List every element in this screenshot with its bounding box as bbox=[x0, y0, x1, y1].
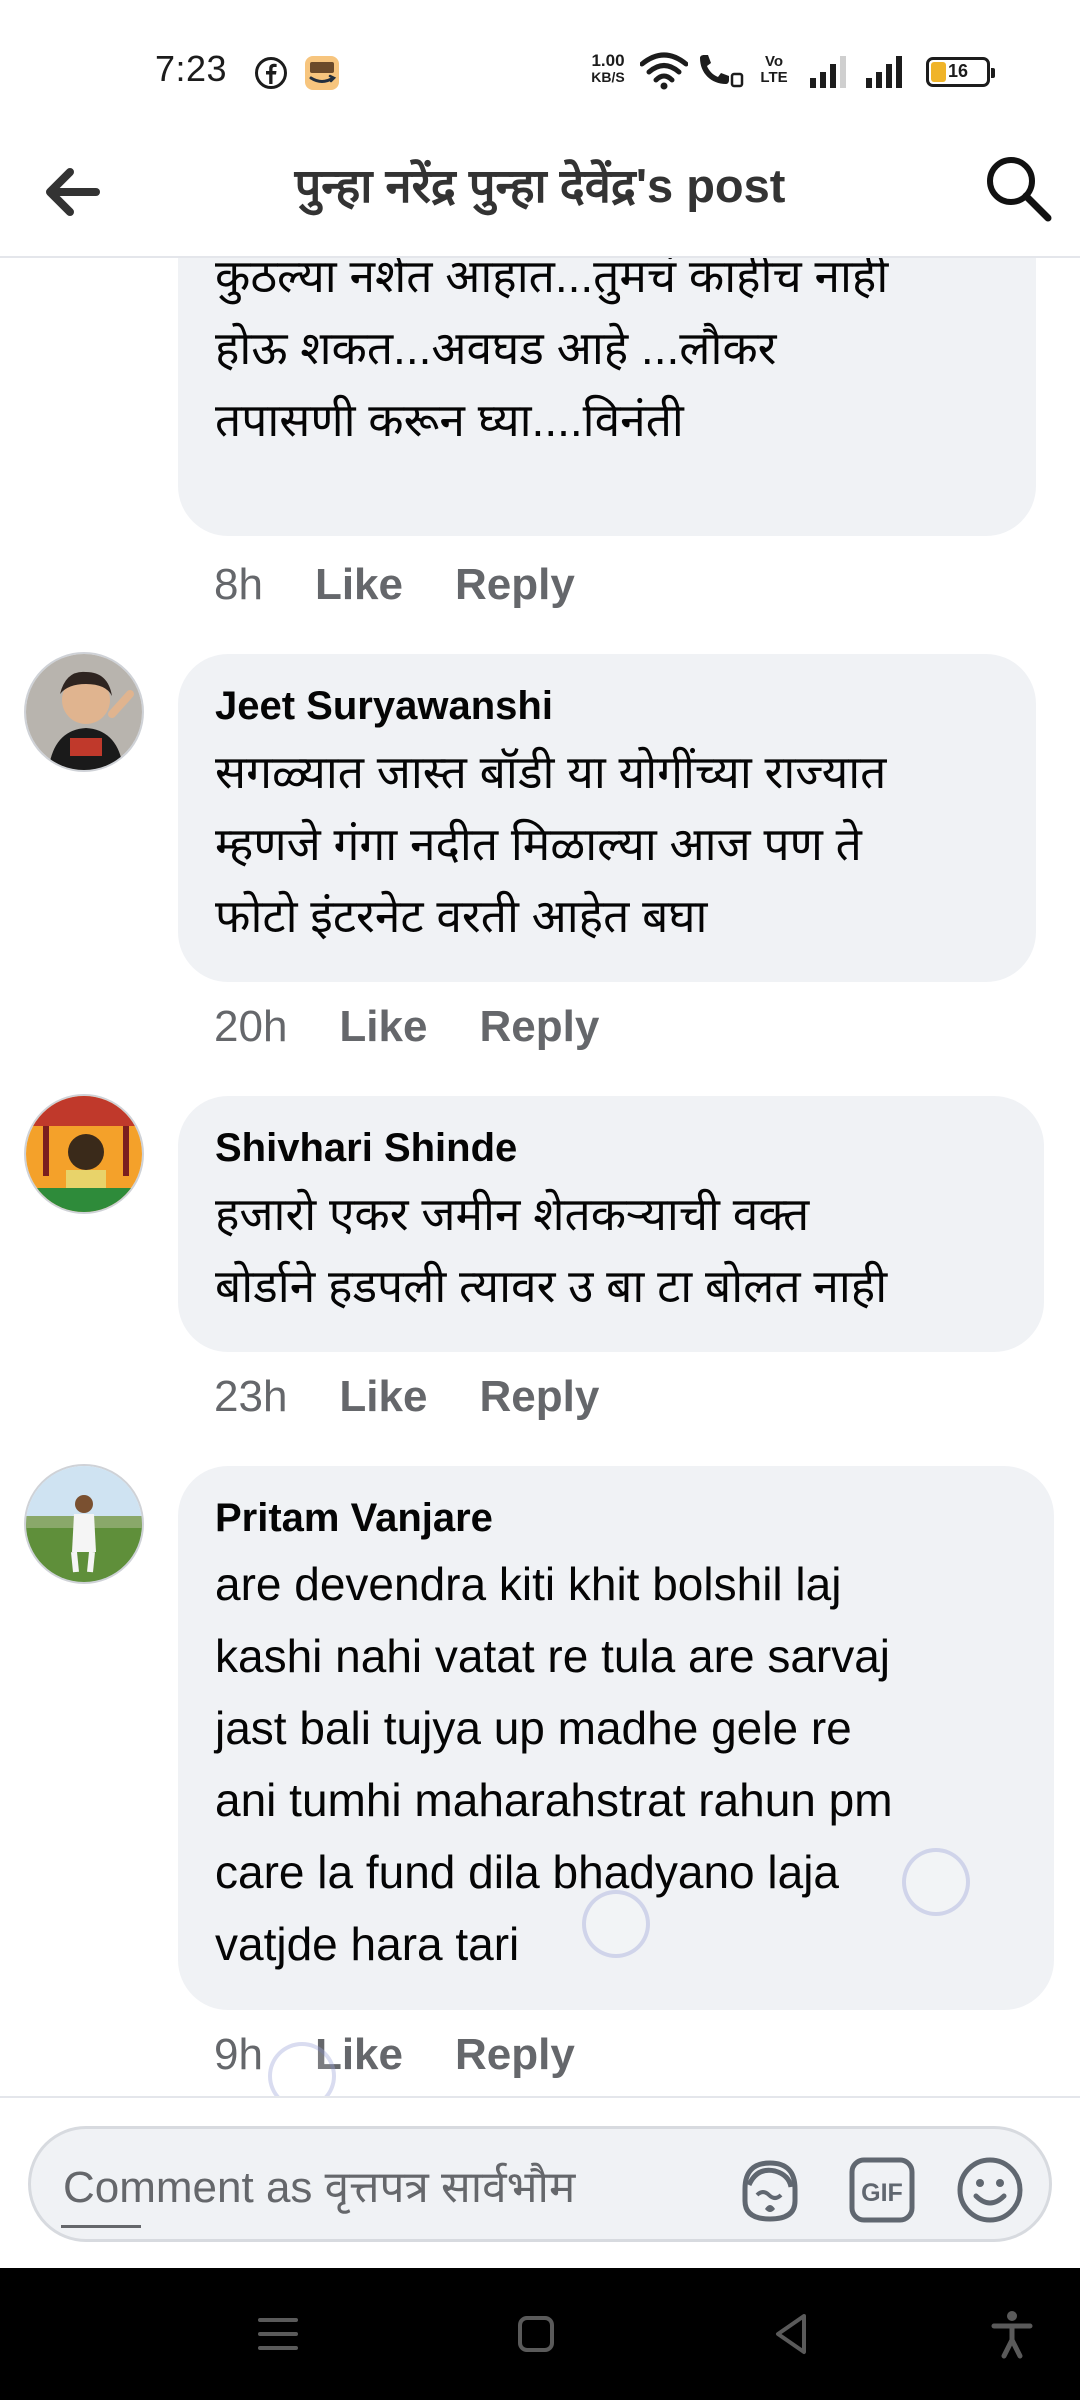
touch-indicator bbox=[902, 1848, 970, 1916]
reply-button[interactable]: Reply bbox=[455, 560, 575, 610]
like-button[interactable]: Like bbox=[315, 560, 403, 610]
comment-author[interactable]: Shivhari Shinde bbox=[215, 1124, 1008, 1172]
network-speed: 1.00 KB/S bbox=[578, 52, 638, 86]
wifi-icon bbox=[640, 52, 688, 90]
avatar-image bbox=[26, 654, 142, 770]
gif-icon[interactable]: GIF bbox=[847, 2155, 917, 2225]
status-bar: 7:23 1.00 KB/S Vo LTE 16 bbox=[0, 0, 1080, 130]
comment-actions: 20h Like Reply bbox=[214, 1002, 651, 1052]
avatar[interactable] bbox=[24, 1094, 144, 1214]
comment-text: खरच कुठल्या क्वालिटी चा माल मारता ... कु… bbox=[215, 258, 889, 446]
reply-button[interactable]: Reply bbox=[479, 1372, 599, 1422]
comment-bubble[interactable]: Shivhari Shinde हजारो एकर जमीन शेतकऱ्याच… bbox=[178, 1096, 1044, 1352]
search-icon[interactable] bbox=[980, 150, 1056, 226]
comment-actions: 23h Like Reply bbox=[214, 1372, 651, 1422]
amazon-app-icon bbox=[305, 56, 339, 90]
reply-button[interactable]: Reply bbox=[479, 1002, 599, 1052]
comment-text: सगळ्यात जास्त बॉडी या योगींच्या राज्यात … bbox=[215, 746, 887, 942]
facebook-notification-icon bbox=[255, 57, 287, 89]
comment-bubble[interactable]: खरच कुठल्या क्वालिटी चा माल मारता ... कु… bbox=[178, 258, 1036, 536]
comment-author[interactable]: Pritam Vanjare bbox=[215, 1494, 1018, 1542]
signal-sim2-icon bbox=[866, 56, 902, 88]
home-icon[interactable] bbox=[510, 2308, 562, 2360]
comment-actions: 8h Like Reply bbox=[214, 560, 627, 610]
comment-composer-bar: Comment as वृत्तपत्र सार्वभौम GIF bbox=[0, 2096, 1080, 2268]
comments-list: खरच कुठल्या क्वालिटी चा माल मारता ... कु… bbox=[0, 258, 1080, 2096]
gif-label: GIF bbox=[861, 2179, 903, 2207]
post-header: पुन्हा नरेंद्र पुन्हा देवेंद्र's post bbox=[0, 130, 1080, 258]
comment-author[interactable]: Jeet Suryawanshi bbox=[215, 682, 1000, 730]
avatar-image bbox=[26, 1466, 142, 1582]
touch-indicator bbox=[582, 1890, 650, 1958]
comment-timestamp: 20h bbox=[214, 1002, 288, 1051]
comment-input[interactable]: Comment as वृत्तपत्र सार्वभौम GIF bbox=[28, 2126, 1052, 2242]
comment-timestamp: 8h bbox=[214, 560, 263, 609]
accessibility-icon[interactable] bbox=[986, 2308, 1038, 2360]
battery-level: 16 bbox=[947, 61, 969, 81]
comment-timestamp: 23h bbox=[214, 1372, 288, 1421]
network-speed-unit: KB/S bbox=[591, 69, 625, 85]
like-button[interactable]: Like bbox=[339, 1372, 427, 1422]
avatar-sticker-icon[interactable] bbox=[735, 2155, 805, 2225]
system-navigation-bar bbox=[0, 2268, 1080, 2400]
comment-input-placeholder: Comment as वृत्तपत्र सार्वभौम bbox=[63, 2163, 576, 2212]
text-cursor-underline bbox=[61, 2225, 141, 2228]
comment-text: हजारो एकर जमीन शेतकऱ्याची वक्त बोर्डाने … bbox=[215, 1188, 888, 1312]
back-arrow-icon[interactable] bbox=[38, 158, 106, 226]
like-button[interactable]: Like bbox=[339, 1002, 427, 1052]
avatar[interactable] bbox=[24, 652, 144, 772]
wifi-calling-icon bbox=[700, 55, 744, 88]
smiley-icon[interactable] bbox=[955, 2155, 1025, 2225]
battery-icon: 16 bbox=[926, 57, 995, 87]
signal-sim1-icon bbox=[810, 56, 846, 88]
status-time: 7:23 bbox=[155, 48, 228, 89]
back-nav-icon[interactable] bbox=[766, 2308, 818, 2360]
reply-button[interactable]: Reply bbox=[455, 2030, 575, 2080]
network-speed-value: 1.00 bbox=[591, 51, 625, 70]
avatar-image bbox=[26, 1096, 142, 1212]
page-title: पुन्हा नरेंद्र पुन्हा देवेंद्र's post bbox=[294, 159, 786, 212]
avatar[interactable] bbox=[24, 1464, 144, 1584]
comment-bubble[interactable]: Jeet Suryawanshi सगळ्यात जास्त बॉडी या य… bbox=[178, 654, 1036, 982]
menu-icon[interactable] bbox=[252, 2308, 304, 2360]
comment-timestamp: 9h bbox=[214, 2030, 263, 2079]
volte-label: Vo LTE bbox=[760, 53, 788, 86]
